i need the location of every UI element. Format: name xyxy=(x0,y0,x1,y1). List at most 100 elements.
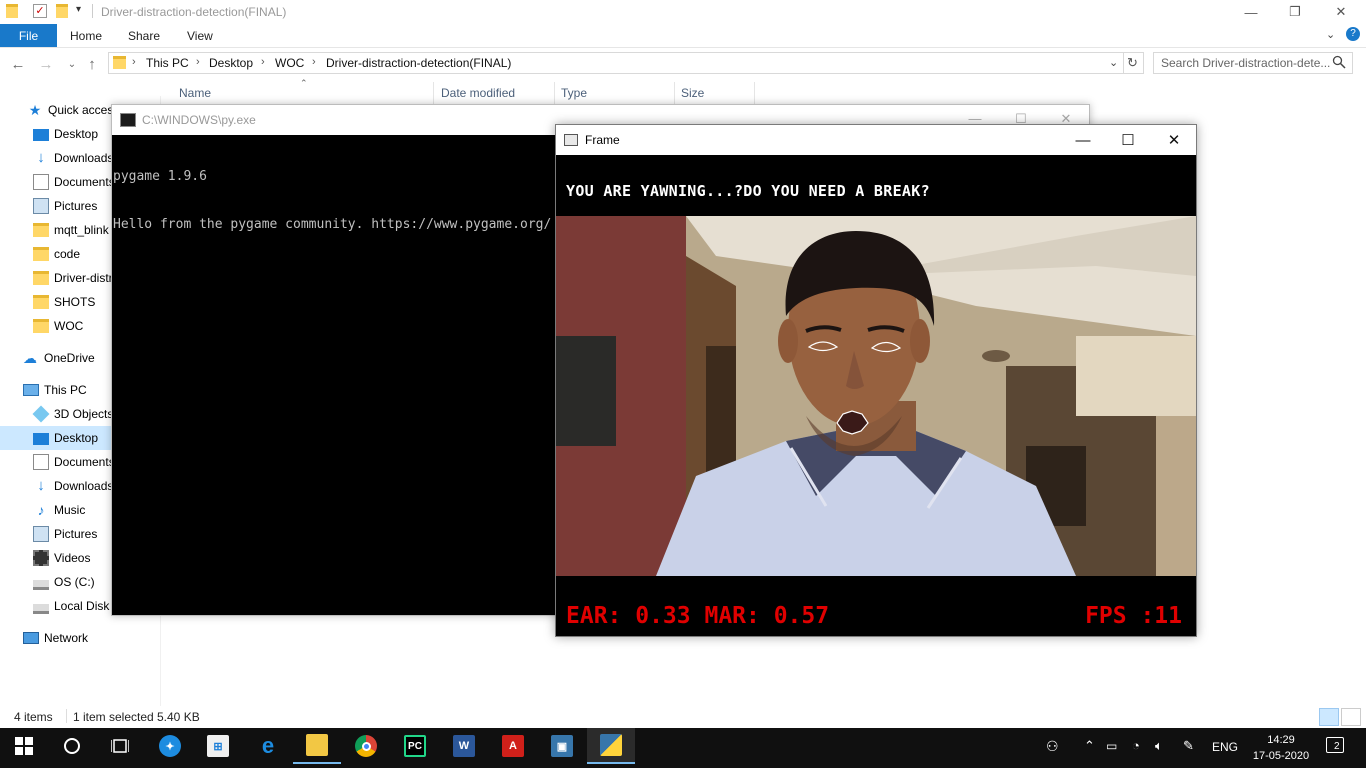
nav-label: code xyxy=(54,247,81,261)
forward-arrow-icon[interactable]: → xyxy=(36,54,56,74)
taskbar-app-word[interactable]: W xyxy=(440,728,488,764)
taskbar-app-chrome[interactable] xyxy=(342,728,390,764)
clock-time: 14:29 xyxy=(1267,734,1295,746)
sort-indicator-icon: ⌃ xyxy=(300,78,308,88)
nav-label: Documents xyxy=(54,175,115,189)
desktop-icon xyxy=(33,129,49,141)
column-divider[interactable] xyxy=(674,82,675,106)
tab-view[interactable]: View xyxy=(173,24,227,47)
frame-minimize-button[interactable]: — xyxy=(1060,125,1106,155)
search-input[interactable]: Search Driver-distraction-dete... xyxy=(1153,52,1353,74)
taskbar-app-acrobat[interactable]: A xyxy=(489,728,537,764)
taskbar-app-python[interactable] xyxy=(587,728,635,764)
yawn-alert-text: YOU ARE YAWNING...?DO YOU NEED A BREAK? xyxy=(566,182,930,200)
start-button[interactable] xyxy=(0,728,48,764)
column-header-name[interactable]: Name xyxy=(179,86,211,100)
back-arrow-icon[interactable]: ← xyxy=(8,54,28,74)
battery-icon[interactable]: ▭ xyxy=(1106,739,1117,753)
pen-icon[interactable]: ✎ xyxy=(1183,738,1194,754)
folder-icon xyxy=(33,247,49,261)
breadcrumb-desktop[interactable]: Desktop xyxy=(209,56,253,70)
breadcrumb-woc[interactable]: WOC xyxy=(275,56,304,70)
task-view-icon xyxy=(111,739,129,753)
breadcrumb-separator[interactable]: › xyxy=(312,56,316,68)
close-button[interactable]: ✕ xyxy=(1318,0,1364,24)
tab-share[interactable]: Share xyxy=(114,24,174,47)
nav-label: OS (C:) xyxy=(54,575,95,589)
nav-label: Documents xyxy=(54,455,115,469)
nav-network[interactable]: Network xyxy=(0,626,161,650)
expand-ribbon-icon[interactable]: ⌄ xyxy=(1326,28,1335,41)
cortana-icon xyxy=(64,738,80,754)
cloud-icon: ☁ xyxy=(23,350,37,366)
help-icon[interactable]: ? xyxy=(1346,27,1360,41)
column-divider[interactable] xyxy=(754,82,755,106)
frame-maximize-button[interactable]: ☐ xyxy=(1105,125,1151,155)
taskbar-app-edge[interactable]: e xyxy=(244,728,292,764)
column-divider[interactable] xyxy=(554,82,555,106)
action-center-icon[interactable]: 2 xyxy=(1326,737,1344,753)
clock[interactable]: 14:29 17-05-2020 xyxy=(1252,732,1310,764)
nav-label: mqtt_blink xyxy=(54,223,109,237)
task-view-button[interactable] xyxy=(96,728,144,764)
taskbar-app-pycharm[interactable]: PC xyxy=(391,728,439,764)
minimize-button[interactable]: — xyxy=(1228,0,1274,24)
people-icon[interactable]: ⚇ xyxy=(1046,738,1059,755)
taskbar-app-store[interactable]: ⊞ xyxy=(194,728,242,764)
nav-label: Music xyxy=(54,503,86,517)
taskbar: ✦ ⊞ e PC W A ▣ ⚇ ⌃ ▭ ◔ 🔈︎ ✎ ENG 14:29 17… xyxy=(0,728,1366,768)
py-launcher-icon: ▣ xyxy=(551,735,573,757)
taskbar-app-python-launcher[interactable]: ▣ xyxy=(538,728,586,764)
nav-label: Local Disk ( xyxy=(54,599,117,613)
drive-icon xyxy=(33,604,49,614)
column-header-date-modified[interactable]: Date modified xyxy=(441,86,515,100)
details-view-button[interactable] xyxy=(1319,708,1339,726)
breadcrumb-separator[interactable]: › xyxy=(261,56,265,68)
fps-readout: FPS :11 xyxy=(1085,603,1182,629)
explorer-titlebar: ✓ ▾ Driver-distraction-detection(FINAL) … xyxy=(0,0,1366,24)
show-hidden-icons-icon[interactable]: ⌃ xyxy=(1084,738,1095,754)
frame-close-button[interactable]: ✕ xyxy=(1151,125,1197,155)
breadcrumb-separator[interactable]: › xyxy=(196,56,200,68)
acrobat-icon: A xyxy=(502,735,524,757)
folder-icon xyxy=(33,223,49,237)
frame-app-icon xyxy=(564,134,578,146)
volume-icon[interactable]: 🔈︎ xyxy=(1155,738,1163,754)
recent-locations-icon[interactable]: ⌄ xyxy=(62,54,82,74)
frame-title: Frame xyxy=(585,133,620,147)
console-line: pygame 1.9.6 xyxy=(113,169,207,184)
drive-icon xyxy=(33,580,49,590)
console-output[interactable]: pygame 1.9.6 Hello from the pygame commu… xyxy=(112,135,552,267)
new-folder-icon[interactable] xyxy=(56,4,68,18)
up-arrow-icon[interactable]: ↑ xyxy=(82,54,102,74)
restore-button[interactable]: ❐ xyxy=(1272,0,1318,24)
webcam-image xyxy=(556,216,1196,576)
large-icons-view-button[interactable] xyxy=(1341,708,1361,726)
tab-home[interactable]: Home xyxy=(56,24,116,47)
tab-file[interactable]: File xyxy=(0,24,57,47)
taskbar-app-file-explorer[interactable] xyxy=(293,728,341,764)
column-header-size[interactable]: Size xyxy=(681,86,704,100)
input-language[interactable]: ENG xyxy=(1212,740,1238,754)
column-divider[interactable] xyxy=(433,82,434,106)
address-bar[interactable]: › This PC › Desktop › WOC › Driver-distr… xyxy=(108,52,1124,74)
address-dropdown-icon[interactable]: ⌄ xyxy=(1109,56,1118,69)
search-button[interactable] xyxy=(48,728,96,764)
nav-label: This PC xyxy=(44,383,87,397)
item-count: 4 items xyxy=(14,710,53,724)
folder-icon xyxy=(6,4,18,18)
nav-label: Pictures xyxy=(54,527,98,541)
console-app-icon xyxy=(120,113,136,127)
pycharm-icon: PC xyxy=(404,735,426,757)
taskbar-app-safari[interactable]: ✦ xyxy=(146,728,194,764)
breadcrumb-this-pc[interactable]: This PC xyxy=(146,56,189,70)
wifi-icon[interactable]: ◔ xyxy=(1132,738,1140,753)
nav-label: OneDrive xyxy=(44,351,95,365)
properties-icon[interactable]: ✓ xyxy=(33,4,47,18)
customize-quick-access-icon[interactable]: ▾ xyxy=(76,4,81,15)
refresh-icon[interactable]: ↻ xyxy=(1122,52,1144,74)
breadcrumb-current-folder[interactable]: Driver-distraction-detection(FINAL) xyxy=(326,56,511,70)
breadcrumb-separator[interactable]: › xyxy=(132,56,136,68)
store-icon: ⊞ xyxy=(207,735,229,757)
column-header-type[interactable]: Type xyxy=(561,86,587,100)
